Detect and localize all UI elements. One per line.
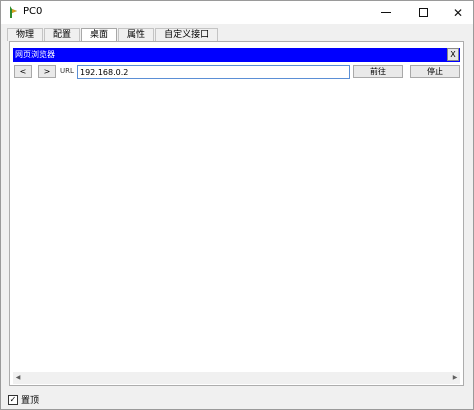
web-browser-title: 网页浏览器	[15, 50, 55, 59]
close-button[interactable]: ✕	[441, 1, 474, 24]
pc0-window: PC0 ✕ 物理 配置 桌面 属性 自定义接口 网页浏览器 X < > URL …	[0, 0, 474, 410]
always-on-top-label: 置顶	[21, 396, 40, 406]
back-button[interactable]: <	[14, 65, 32, 78]
desktop-panel: 网页浏览器 X < > URL 前往 停止 ◀ ▶	[9, 41, 464, 386]
title-bar[interactable]: PC0 ✕	[1, 1, 473, 24]
packet-tracer-app-icon	[10, 6, 17, 18]
tab-bar: 物理 配置 桌面 属性 自定义接口	[7, 28, 219, 41]
web-page-view[interactable]	[13, 82, 460, 372]
maximize-icon	[418, 8, 428, 17]
tab-config[interactable]: 配置	[44, 28, 81, 41]
minimize-icon	[381, 12, 391, 13]
tab-custom-interface[interactable]: 自定义接口	[155, 28, 219, 41]
tab-physical[interactable]: 物理	[7, 28, 44, 41]
tab-desktop[interactable]: 桌面	[81, 28, 118, 41]
always-on-top-checkbox[interactable]: ✓	[8, 394, 18, 405]
forward-button[interactable]: >	[38, 65, 56, 78]
close-icon: ✕	[452, 5, 464, 20]
window-title: PC0	[23, 6, 43, 17]
url-input[interactable]	[77, 65, 350, 79]
check-mark-icon: ✓	[9, 394, 17, 404]
scroll-left-icon[interactable]: ◀	[13, 373, 23, 383]
minimize-button[interactable]	[369, 1, 403, 24]
always-on-top-option[interactable]: ✓ 置顶	[8, 393, 39, 406]
url-label: URL	[60, 67, 74, 75]
stop-button[interactable]: 停止	[410, 65, 460, 78]
web-browser-header: 网页浏览器 X	[13, 48, 460, 62]
web-browser-close-button[interactable]: X	[447, 48, 459, 61]
browser-nav-row: < > URL 前往 停止	[13, 65, 460, 79]
go-button[interactable]: 前往	[353, 65, 403, 78]
horizontal-scrollbar[interactable]: ◀ ▶	[13, 372, 460, 384]
maximize-button[interactable]	[406, 1, 440, 24]
tab-attributes[interactable]: 属性	[118, 28, 155, 41]
scroll-right-icon[interactable]: ▶	[450, 373, 460, 383]
